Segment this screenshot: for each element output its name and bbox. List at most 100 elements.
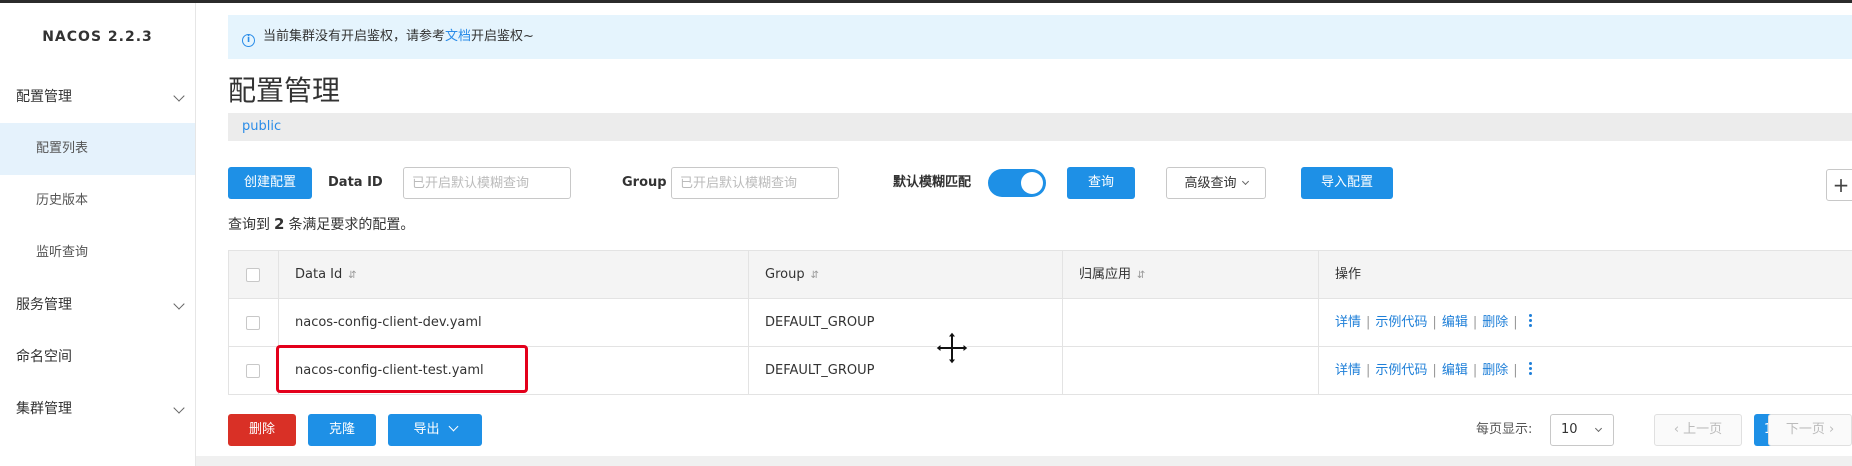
auth-notice: i 当前集群没有开启鉴权，请参考文档开启鉴权~ (228, 15, 1852, 59)
separator: | (1472, 315, 1478, 330)
notice-doc-link[interactable]: 文档 (445, 29, 471, 44)
sidebar-item-listener-query[interactable]: 监听查询 (0, 227, 195, 279)
cell-actions: 详情 | 示例代码 | 编辑 | 删除 | (1319, 299, 1852, 347)
sidebar-item-config-management[interactable]: 配置管理 (0, 71, 195, 123)
add-icon[interactable]: + (1826, 169, 1852, 201)
separator: | (1513, 315, 1518, 330)
sample-code-link[interactable]: 示例代码 (1375, 315, 1427, 330)
export-button[interactable]: 导出 (388, 414, 482, 446)
header-actions: 操作 (1319, 251, 1852, 299)
batch-delete-button[interactable]: 删除 (228, 414, 296, 446)
prev-page-button[interactable]: ‹ 上一页 (1654, 414, 1742, 446)
chevron-down-icon (448, 421, 458, 432)
dataid-label: Data ID (328, 175, 383, 190)
page-size-label: 每页显示: (1476, 422, 1533, 437)
page-title: 配置管理 (228, 74, 341, 107)
table-row: nacos-config-client-test.yaml DEFAULT_GR… (228, 347, 1852, 395)
clone-button[interactable]: 克隆 (308, 414, 376, 446)
fuzzy-match-toggle[interactable] (988, 169, 1046, 197)
horizontal-scrollbar[interactable] (196, 456, 1852, 466)
sample-code-link[interactable]: 示例代码 (1375, 363, 1427, 378)
brand-logo: NACOS 2.2.3 (42, 29, 153, 45)
sidebar-item-cluster-management[interactable]: 集群管理 (0, 383, 195, 435)
chevron-left-icon: ‹ (1673, 422, 1684, 437)
header-label: 操作 (1335, 267, 1362, 282)
cell-app (1063, 299, 1319, 347)
sort-icon[interactable]: ⇵ (811, 270, 819, 281)
result-prefix: 查询到 (228, 217, 270, 233)
sidebar: NACOS 2.2.3 配置管理 配置列表 历史版本 监听查询 服务管理 命名空… (0, 3, 196, 466)
notice-text-end: 开启鉴权~ (471, 29, 534, 44)
delete-link[interactable]: 删除 (1482, 363, 1508, 378)
chevron-down-icon (173, 90, 185, 102)
header-label: Data Id (295, 267, 343, 282)
cell-app (1063, 347, 1319, 395)
chevron-down-icon (173, 402, 185, 414)
separator: | (1432, 363, 1437, 378)
detail-link[interactable]: 详情 (1335, 363, 1361, 378)
cell-group: DEFAULT_GROUP (749, 299, 1063, 347)
group-search-input[interactable] (671, 167, 839, 199)
table-header-row: Data Id ⇵ Group ⇵ 归属应用 ⇵ 操作 (228, 251, 1852, 299)
row-checkbox-cell (229, 347, 279, 395)
toggle-knob (1021, 172, 1043, 194)
header-label: Group (765, 267, 805, 282)
edit-link[interactable]: 编辑 (1442, 363, 1468, 378)
more-icon[interactable] (1528, 314, 1532, 329)
fuzzy-match-label: 默认模糊匹配 (893, 175, 972, 190)
separator: | (1432, 315, 1437, 330)
row-checkbox[interactable] (246, 364, 260, 378)
header-label: 归属应用 (1079, 267, 1132, 282)
sidebar-item-namespace[interactable]: 命名空间 (0, 331, 195, 383)
sidebar-item-history[interactable]: 历史版本 (0, 175, 195, 227)
query-button[interactable]: 查询 (1067, 167, 1135, 199)
page-size-value: 10 (1561, 422, 1578, 437)
sidebar-item-label: 监听查询 (36, 245, 89, 260)
cell-actions: 详情 | 示例代码 | 编辑 | 删除 | (1319, 347, 1852, 395)
cell-group: DEFAULT_GROUP (749, 347, 1063, 395)
sidebar-item-label: 服务管理 (16, 297, 72, 313)
header-app[interactable]: 归属应用 ⇵ (1063, 251, 1319, 299)
cell-dataid: nacos-config-client-test.yaml (279, 347, 749, 395)
header-dataid[interactable]: Data Id ⇵ (279, 251, 749, 299)
delete-link[interactable]: 删除 (1482, 315, 1508, 330)
dataid-search-input[interactable] (403, 167, 571, 199)
namespace-tab-public[interactable]: public (242, 119, 281, 134)
advanced-query-label: 高级查询 (1184, 176, 1237, 191)
sidebar-item-service-management[interactable]: 服务管理 (0, 279, 195, 331)
edit-link[interactable]: 编辑 (1442, 315, 1468, 330)
next-page-button[interactable]: 下一页 › (1768, 414, 1852, 446)
more-icon[interactable] (1528, 362, 1532, 377)
header-checkbox-cell (229, 251, 279, 299)
sidebar-item-label: 集群管理 (16, 401, 72, 417)
create-config-button[interactable]: 创建配置 (228, 167, 312, 199)
chevron-down-icon (173, 298, 185, 310)
separator: | (1472, 363, 1478, 378)
sort-icon[interactable]: ⇵ (1137, 270, 1145, 281)
sidebar-item-label: 命名空间 (16, 349, 72, 365)
chevron-right-icon: › (1824, 422, 1835, 437)
separator: | (1513, 363, 1518, 378)
chevron-down-icon (1241, 177, 1249, 186)
info-icon: i (242, 34, 255, 47)
move-cursor-icon (935, 331, 969, 365)
detail-link[interactable]: 详情 (1335, 315, 1361, 330)
sidebar-item-config-list[interactable]: 配置列表 (0, 123, 195, 175)
row-checkbox[interactable] (246, 316, 260, 330)
separator: | (1366, 315, 1371, 330)
advanced-query-button[interactable]: 高级查询 (1166, 167, 1266, 199)
main-content: i 当前集群没有开启鉴权，请参考文档开启鉴权~ 配置管理 public 创建配置 … (196, 3, 1852, 466)
page-size-select[interactable]: 10 (1550, 414, 1614, 446)
select-all-checkbox[interactable] (246, 268, 260, 282)
sort-icon[interactable]: ⇵ (348, 270, 356, 281)
chevron-down-icon (1594, 424, 1603, 433)
sidebar-item-label: 配置列表 (36, 141, 89, 156)
import-config-button[interactable]: 导入配置 (1301, 167, 1393, 199)
result-summary: 查询到 2 条满足要求的配置。 (228, 214, 414, 234)
row-checkbox-cell (229, 299, 279, 347)
result-count: 2 (274, 215, 285, 233)
prev-label: 上一页 (1683, 422, 1723, 437)
header-group[interactable]: Group ⇵ (749, 251, 1063, 299)
cell-dataid: nacos-config-client-dev.yaml (279, 299, 749, 347)
group-label: Group (622, 175, 667, 190)
